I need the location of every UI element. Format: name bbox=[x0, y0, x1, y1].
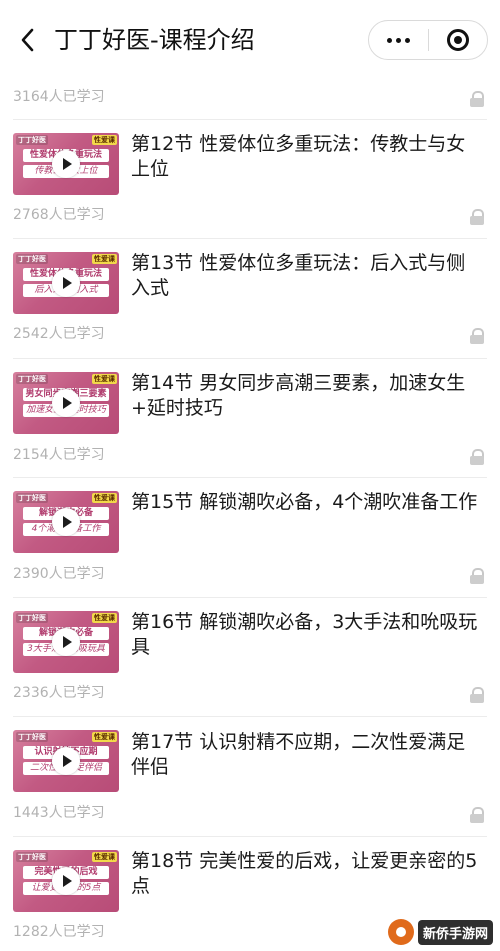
play-icon[interactable] bbox=[52, 867, 80, 895]
play-icon[interactable] bbox=[52, 508, 80, 536]
more-dots-icon bbox=[386, 37, 410, 43]
divider bbox=[13, 238, 487, 239]
learner-count: 1282人已学习 bbox=[13, 924, 105, 940]
thumb-brand: 丁丁好医 bbox=[16, 374, 48, 384]
play-icon[interactable] bbox=[52, 150, 80, 178]
thumb-brand: 丁丁好医 bbox=[16, 732, 48, 742]
lesson-thumbnail[interactable]: 丁丁好医 性爱课 解锁潮吹必备 3大手法和吮吸玩具 bbox=[13, 611, 119, 673]
divider bbox=[13, 119, 487, 120]
lesson-thumbnail[interactable]: 丁丁好医 性爱课 男女同步高潮三要素 加速女生+延时技巧 bbox=[13, 372, 119, 434]
thumb-tag: 性爱课 bbox=[92, 374, 117, 384]
close-mini-program-button[interactable] bbox=[429, 21, 488, 59]
learner-count: 2768人已学习 bbox=[13, 207, 105, 223]
lesson-title[interactable]: 第13节 性爱体位多重玩法：后入式与侧入式 bbox=[131, 251, 481, 301]
lesson-thumbnail[interactable]: 丁丁好医 性爱课 性爱体位多重玩法 传教士与女上位 bbox=[13, 133, 119, 195]
page-title: 丁丁好医-课程介绍 bbox=[54, 26, 255, 54]
lesson-title[interactable]: 第14节 男女同步高潮三要素，加速女生+延时技巧 bbox=[131, 371, 481, 421]
play-icon[interactable] bbox=[52, 389, 80, 417]
chevron-left-icon bbox=[21, 28, 34, 52]
lock-icon bbox=[469, 687, 485, 703]
divider bbox=[13, 477, 487, 478]
record-circle-icon bbox=[446, 29, 469, 51]
thumb-brand: 丁丁好医 bbox=[16, 852, 48, 862]
more-button[interactable] bbox=[369, 21, 428, 59]
thumb-tag: 性爱课 bbox=[92, 732, 117, 742]
back-button[interactable] bbox=[10, 22, 46, 58]
thumb-brand: 丁丁好医 bbox=[16, 493, 48, 503]
lesson-thumbnail[interactable]: 丁丁好医 性爱课 性爱体位多重玩法 后入式与侧入式 bbox=[13, 252, 119, 314]
play-icon[interactable] bbox=[52, 269, 80, 297]
learner-count: 3164人已学习 bbox=[13, 89, 105, 105]
thumb-tag: 性爱课 bbox=[92, 613, 117, 623]
lock-icon bbox=[469, 209, 485, 225]
divider bbox=[13, 836, 487, 837]
thumb-brand: 丁丁好医 bbox=[16, 613, 48, 623]
lock-icon bbox=[469, 91, 485, 107]
thumb-tag: 性爱课 bbox=[92, 852, 117, 862]
lock-icon bbox=[469, 328, 485, 344]
play-icon[interactable] bbox=[52, 747, 80, 775]
lesson-thumbnail[interactable]: 丁丁好医 性爱课 解锁潮吹必备 4个潮吹准备工作 bbox=[13, 491, 119, 553]
thumb-tag: 性爱课 bbox=[92, 254, 117, 264]
lesson-thumbnail[interactable]: 丁丁好医 性爱课 认识射精不应期 二次性爱满足伴侣 bbox=[13, 730, 119, 792]
lesson-title[interactable]: 第12节 性爱体位多重玩法：传教士与女上位 bbox=[131, 132, 481, 182]
learner-count: 1443人已学习 bbox=[13, 805, 105, 821]
play-icon[interactable] bbox=[52, 628, 80, 656]
learner-count: 2542人已学习 bbox=[13, 326, 105, 342]
learner-count: 2390人已学习 bbox=[13, 566, 105, 582]
learner-count: 2154人已学习 bbox=[13, 447, 105, 463]
divider bbox=[13, 716, 487, 717]
lesson-title[interactable]: 第15节 解锁潮吹必备，4个潮吹准备工作 bbox=[131, 490, 481, 515]
watermark-text: 新侨手游网 bbox=[418, 919, 494, 945]
learner-count: 2336人已学习 bbox=[13, 685, 105, 701]
lesson-list: 3164人已学习 丁丁好医 性爱课 性爱体位多重玩法 传教士与女上位 第12节 … bbox=[0, 0, 500, 951]
lesson-thumbnail[interactable]: 丁丁好医 性爱课 完美性爱的后戏 让爱更亲密的5点 bbox=[13, 850, 119, 912]
lesson-title[interactable]: 第16节 解锁潮吹必备，3大手法和吮吸玩具 bbox=[131, 610, 481, 660]
lock-icon bbox=[469, 449, 485, 465]
thumb-brand: 丁丁好医 bbox=[16, 135, 48, 145]
lesson-title[interactable]: 第18节 完美性爱的后戏，让爱更亲密的5点 bbox=[131, 849, 481, 899]
navigation-bar: 丁丁好医-课程介绍 bbox=[0, 0, 500, 80]
thumb-tag: 性爱课 bbox=[92, 135, 117, 145]
lesson-title[interactable]: 第17节 认识射精不应期，二次性爱满足伴侣 bbox=[131, 730, 481, 780]
lock-icon bbox=[469, 568, 485, 584]
mini-program-capsule bbox=[368, 20, 488, 60]
watermark: 新侨手游网 bbox=[388, 916, 496, 948]
thumb-tag: 性爱课 bbox=[92, 493, 117, 503]
divider bbox=[13, 597, 487, 598]
divider bbox=[13, 358, 487, 359]
watermark-logo bbox=[388, 919, 414, 945]
lock-icon bbox=[469, 807, 485, 823]
thumb-brand: 丁丁好医 bbox=[16, 254, 48, 264]
